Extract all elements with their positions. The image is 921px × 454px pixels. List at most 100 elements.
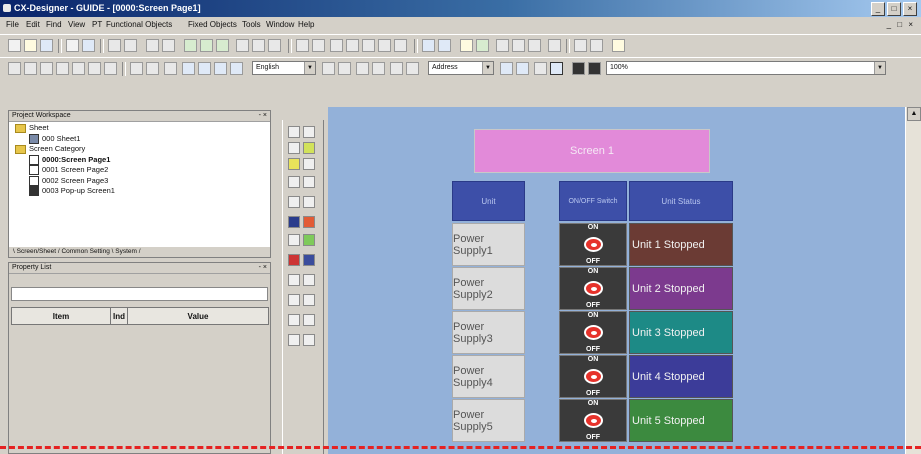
column-header-ind[interactable]: Ind [110, 307, 128, 325]
document-controls[interactable]: _ □ × [887, 20, 915, 29]
rectangle-icon[interactable] [40, 62, 53, 75]
undo-icon[interactable] [296, 39, 309, 52]
menu-find[interactable]: Find [46, 20, 62, 29]
chevron-down-icon[interactable]: ▼ [482, 62, 493, 74]
header-onoff-switch[interactable]: ON/OFF Switch [559, 181, 627, 221]
arc-icon[interactable] [104, 62, 117, 75]
zoom-in-icon[interactable] [574, 39, 587, 52]
copy-icon[interactable] [124, 39, 137, 52]
display-address-icon[interactable] [500, 62, 513, 75]
data-block-icon[interactable] [288, 314, 300, 326]
properties-icon[interactable] [394, 39, 407, 52]
fixed-object-icon[interactable] [288, 126, 300, 138]
onoff-switch-4[interactable]: ON OFF [559, 355, 627, 398]
screen-title-label[interactable]: Screen 1 [474, 129, 710, 173]
lamp-icon[interactable] [303, 142, 315, 154]
new-screen-icon[interactable] [66, 39, 79, 52]
property-object-field[interactable] [11, 287, 268, 301]
close-button[interactable]: × [903, 2, 917, 16]
open-icon[interactable] [24, 39, 37, 52]
align-center-icon[interactable] [146, 62, 159, 75]
align-top-icon[interactable] [182, 62, 195, 75]
tree-item[interactable]: 0001 Screen Page2 [15, 165, 115, 176]
label-switch-icon[interactable] [338, 62, 351, 75]
save-icon[interactable] [40, 39, 53, 52]
grid-icon[interactable] [390, 62, 403, 75]
display-id-icon[interactable] [516, 62, 529, 75]
menu-pt[interactable]: PT [92, 20, 102, 29]
column-header-item[interactable]: Item [11, 307, 111, 325]
build-icon[interactable] [460, 39, 473, 52]
transfer-icon[interactable] [496, 39, 509, 52]
zoom-out-icon[interactable] [590, 39, 603, 52]
distribute-icon[interactable] [230, 62, 243, 75]
alarm-icon[interactable] [303, 216, 315, 228]
time-icon[interactable] [303, 274, 315, 286]
menu-edit[interactable]: Edit [26, 20, 40, 29]
toggle-object-icon[interactable] [303, 158, 315, 170]
fixed-object-icon[interactable] [288, 142, 300, 154]
unit-status-3[interactable]: Unit 3 Stopped [629, 311, 733, 354]
command-button-icon[interactable] [288, 334, 300, 346]
test-icon[interactable] [476, 39, 489, 52]
onoff-switch-2[interactable]: ON OFF [559, 267, 627, 310]
transfer-from-pt-icon[interactable] [512, 39, 525, 52]
close-icon[interactable]: - × [259, 263, 267, 273]
delete-icon[interactable] [378, 39, 391, 52]
tree-item[interactable]: 0002 Screen Page3 [15, 176, 115, 187]
screen-icon[interactable] [236, 39, 249, 52]
print-icon[interactable] [268, 39, 281, 52]
tab-system[interactable]: System [115, 248, 137, 255]
bring-front-icon[interactable] [330, 39, 343, 52]
unit-status-4[interactable]: Unit 4 Stopped [629, 355, 733, 398]
tree-item[interactable]: 000 Sheet1 [15, 134, 115, 145]
state-on-icon[interactable] [356, 62, 369, 75]
menu-functional-objects[interactable]: Functional Objects [106, 20, 172, 29]
date-icon[interactable] [288, 274, 300, 286]
new-icon[interactable] [8, 39, 21, 52]
onoff-switch-3[interactable]: ON OFF [559, 311, 627, 354]
menu-view[interactable]: View [68, 20, 85, 29]
unit-status-1[interactable]: Unit 1 Stopped [629, 223, 733, 266]
text-icon[interactable] [303, 196, 315, 208]
table-icon[interactable] [303, 294, 315, 306]
select-icon[interactable] [8, 62, 21, 75]
tab-screen-sheet[interactable]: Screen/Sheet [17, 248, 56, 255]
unit-status-5[interactable]: Unit 5 Stopped [629, 399, 733, 442]
maximize-button[interactable]: □ [887, 2, 901, 16]
frame-icon[interactable] [288, 294, 300, 306]
redo-icon[interactable] [312, 39, 325, 52]
fill-color-icon[interactable] [588, 62, 601, 75]
duplicate-icon[interactable] [362, 39, 375, 52]
list-selector-icon[interactable] [288, 216, 300, 228]
circle-icon[interactable] [56, 62, 69, 75]
polyline-icon[interactable] [72, 62, 85, 75]
zoom-select[interactable]: 100% ▼ [606, 61, 886, 75]
column-header-value[interactable]: Value [127, 307, 269, 325]
level-meter-icon[interactable] [303, 234, 315, 246]
graph-icon[interactable] [288, 234, 300, 246]
align-left-icon[interactable] [130, 62, 143, 75]
unit-label-3[interactable]: Power Supply3 [452, 311, 525, 354]
tab-common-setting[interactable]: Common Setting [61, 248, 109, 255]
tree-item[interactable]: Screen Category [15, 144, 115, 155]
check-icon[interactable] [548, 39, 561, 52]
button-object-icon[interactable] [288, 158, 300, 170]
color-icon[interactable] [534, 62, 547, 75]
chevron-down-icon[interactable]: ▼ [304, 62, 315, 74]
analog-meter-icon[interactable] [288, 254, 300, 266]
align-bottom-icon[interactable] [214, 62, 227, 75]
polygon-icon[interactable] [88, 62, 101, 75]
help-icon[interactable] [612, 39, 625, 52]
menu-fixed-objects[interactable]: Fixed Objects [188, 20, 237, 29]
data-log-icon[interactable] [303, 334, 315, 346]
align-middle-icon[interactable] [198, 62, 211, 75]
unit-label-4[interactable]: Power Supply4 [452, 355, 525, 398]
chevron-down-icon[interactable]: ▼ [874, 62, 885, 74]
language-select[interactable]: English ▼ [252, 61, 316, 75]
unit-label-5[interactable]: Power Supply5 [452, 399, 525, 442]
string-display-icon[interactable] [303, 176, 315, 188]
broken-line-icon[interactable] [303, 254, 315, 266]
menu-window[interactable]: Window [266, 20, 294, 29]
send-back-icon[interactable] [346, 39, 359, 52]
